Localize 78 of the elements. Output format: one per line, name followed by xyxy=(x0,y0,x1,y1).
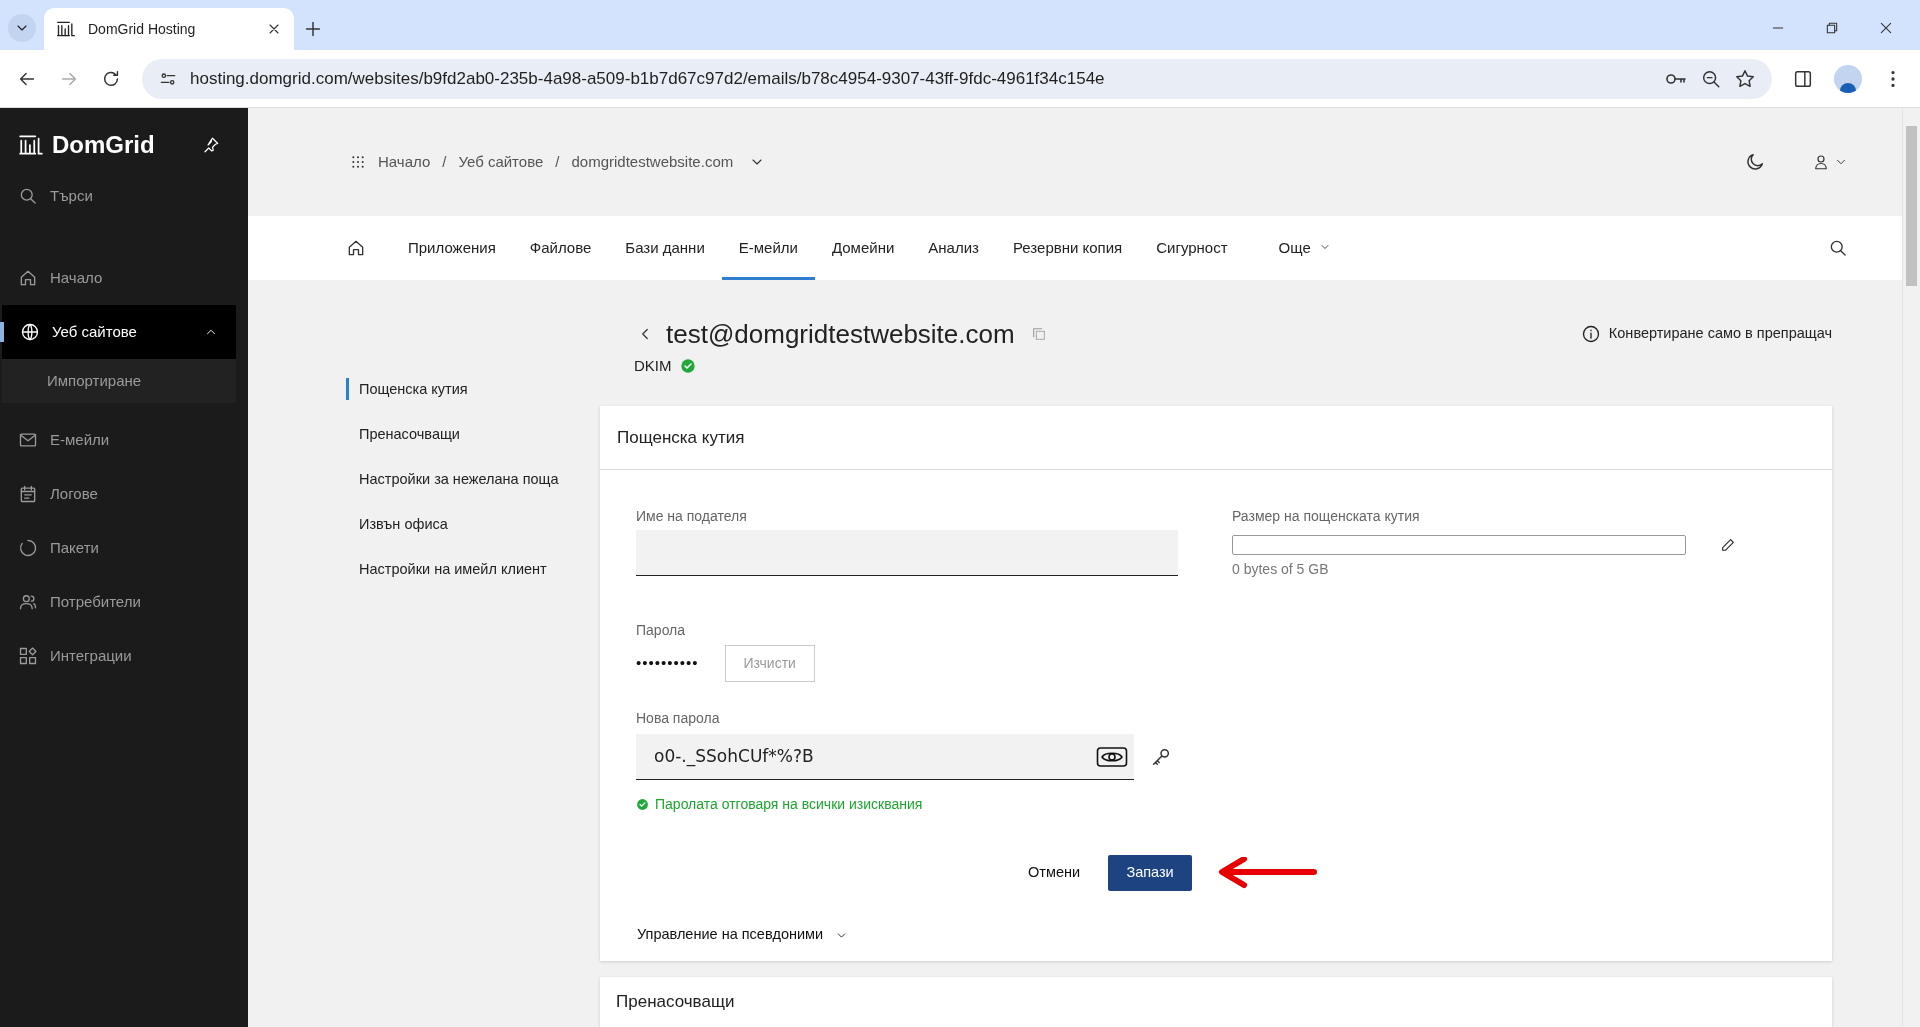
nav-tab[interactable]: Още xyxy=(1261,216,1348,280)
subnav-item[interactable]: Пощенска кутия xyxy=(346,378,600,400)
grid-icon xyxy=(18,646,38,666)
email-address: test@domgridtestwebsite.com xyxy=(666,317,1015,351)
scrollbar[interactable] xyxy=(1902,108,1920,1027)
nav-tab[interactable]: Приложения xyxy=(391,216,513,280)
profile-avatar[interactable] xyxy=(1834,64,1862,93)
nav-tab[interactable]: Сигурност xyxy=(1139,216,1245,280)
sidebar-item[interactable]: Уеб сайтове xyxy=(2,305,236,359)
pencil-icon[interactable] xyxy=(1720,537,1736,553)
sidebar-item[interactable]: Потребители xyxy=(0,575,248,629)
sidebar-item[interactable]: Пакети xyxy=(0,521,248,575)
star-icon[interactable] xyxy=(1734,67,1756,90)
nav-tab[interactable]: Бази данни xyxy=(608,216,722,280)
sidebar-item[interactable]: Начало xyxy=(0,251,248,305)
breadcrumb-separator: / xyxy=(442,151,447,172)
apps-grid-icon[interactable] xyxy=(350,154,366,170)
field-label: Нова парола xyxy=(636,709,721,728)
ring-icon xyxy=(18,538,38,558)
password-mask: •••••••••• xyxy=(636,653,699,674)
save-button[interactable]: Запази xyxy=(1108,855,1193,891)
users-icon xyxy=(18,592,38,612)
logo-text: DomGrid xyxy=(52,130,155,160)
calendar-icon xyxy=(18,484,38,504)
dark-mode-icon[interactable] xyxy=(1744,151,1766,173)
subnav-item[interactable]: Пренасочващи xyxy=(346,423,600,445)
breadcrumb-link[interactable]: domgridtestwebsite.com xyxy=(571,150,734,174)
home-icon xyxy=(18,268,38,288)
globe-icon xyxy=(20,322,40,342)
subnav-item[interactable]: Настройки за нежелана поща xyxy=(346,468,600,490)
sender-name-field[interactable] xyxy=(636,530,1178,576)
convert-link[interactable]: Конвертиране само в препращач xyxy=(1580,323,1832,345)
field-label: Име на подателя xyxy=(636,507,748,526)
user-menu[interactable] xyxy=(1812,153,1848,171)
url-text: hosting.domgrid.com/websites/b9fd2ab0-235b-4a98-a509-b1b7d67c97d2/emails/b78c4954-9307-43ff-9fdc-4961f34c154e xyxy=(190,67,1106,90)
breadcrumb-separator: / xyxy=(555,151,560,172)
nav-tab[interactable]: Домейни xyxy=(814,216,912,280)
field-label: Парола xyxy=(636,621,687,640)
pin-icon[interactable] xyxy=(202,136,220,154)
key-icon[interactable] xyxy=(1150,746,1172,768)
browser-tab[interactable]: DomGrid Hosting xyxy=(44,8,294,50)
close-icon[interactable] xyxy=(1878,20,1894,36)
eye-icon[interactable] xyxy=(1096,744,1128,769)
address-bar[interactable]: hosting.domgrid.com/websites/b9fd2ab0-235b-4a98-a509-b1b7d67c97d2/emails/b78c4954-9307-43ff-9fdc-4961f34c154e xyxy=(142,58,1772,99)
field-label: Размер на пощенската кутия xyxy=(1232,507,1421,526)
nav-tab[interactable]: Файлове xyxy=(512,216,609,280)
sidebar-item[interactable]: Логове xyxy=(0,467,248,521)
tab-list-icon[interactable] xyxy=(8,14,36,42)
subnav-item[interactable]: Извън офиса xyxy=(346,513,600,535)
card-title: Пощенска кутия xyxy=(600,406,1832,470)
new-password-field[interactable]: o0-._SSohCUf*%?B xyxy=(636,734,1134,780)
cancel-button[interactable]: Отмени xyxy=(1018,855,1091,891)
restore-icon[interactable] xyxy=(1824,20,1840,36)
tab-title: DomGrid Hosting xyxy=(88,19,197,39)
check-circle-icon xyxy=(636,798,649,811)
breadcrumb-link[interactable]: Начало xyxy=(378,150,431,174)
home-icon[interactable] xyxy=(346,238,366,258)
card-title: Пренасочващи xyxy=(616,991,736,1013)
search-icon xyxy=(18,186,38,206)
aliases-toggle[interactable]: Управление на псевдоними xyxy=(600,913,1832,957)
search-field[interactable]: Търси xyxy=(0,174,248,218)
breadcrumb-link[interactable]: Уеб сайтове xyxy=(458,150,544,174)
search-icon[interactable] xyxy=(1828,238,1848,258)
nav-tab[interactable]: Резервни копия xyxy=(995,216,1140,280)
nav-tab[interactable]: Анализ xyxy=(911,216,996,280)
quota-reading: 0 bytes of 5 GB xyxy=(1232,560,1330,579)
sidebar-item[interactable]: Интеграции xyxy=(0,629,248,683)
check-circle-icon xyxy=(679,358,696,374)
subnav-item[interactable]: Настройки на имейл клиент xyxy=(346,558,600,580)
dkim-label: DKIM xyxy=(634,355,672,376)
sidebar-item[interactable]: Е-мейли xyxy=(0,413,248,467)
validation-message: Паролата отговаря на всички изисквания xyxy=(636,794,1178,815)
nav-tab[interactable]: Е-мейли xyxy=(721,216,815,280)
logo-icon xyxy=(18,132,44,158)
sidebar-subitem[interactable]: Импортиране xyxy=(2,359,236,403)
info-icon xyxy=(1580,324,1601,344)
favicon-icon xyxy=(56,19,76,39)
user-icon xyxy=(1812,153,1830,171)
